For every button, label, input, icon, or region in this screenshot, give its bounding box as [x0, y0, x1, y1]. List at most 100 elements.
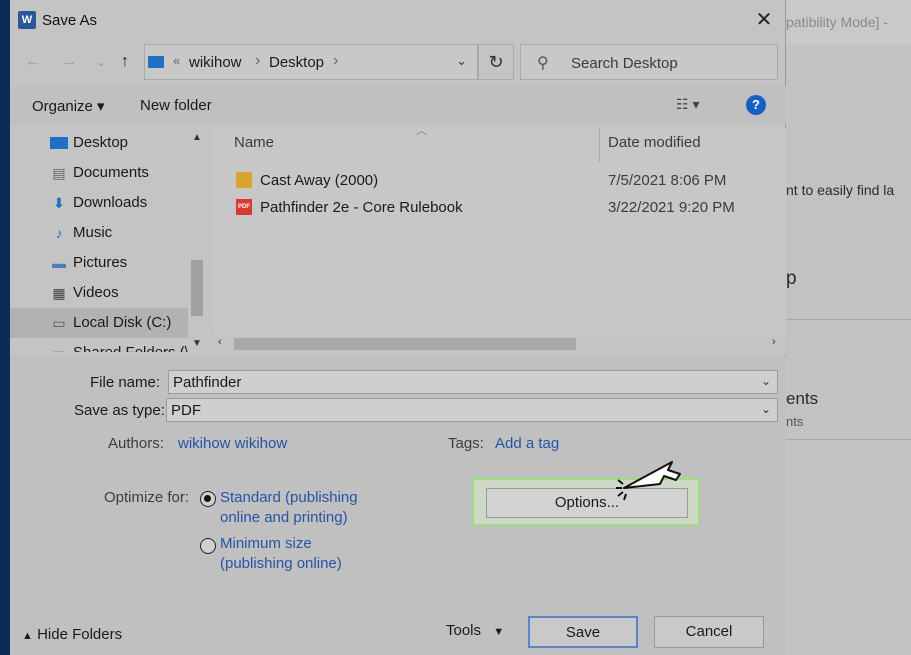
videos-icon: ▦	[52, 285, 66, 301]
disk-icon: ▭	[52, 315, 66, 331]
standard-radio-label[interactable]: Standard (publishing online and printing…	[220, 488, 358, 528]
save-as-type-label: Save as type:	[74, 402, 165, 419]
folder-icon	[236, 172, 252, 188]
documents-icon: ▤	[52, 165, 66, 181]
file-date: 7/5/2021 8:06 PM	[608, 172, 727, 189]
address-segment-wikihow[interactable]: wikihow	[189, 54, 242, 71]
pictures-icon: ▬	[52, 255, 66, 271]
standard-radio[interactable]	[200, 491, 216, 507]
tools-button[interactable]: Tools ▼	[446, 622, 504, 639]
column-divider[interactable]	[599, 128, 600, 162]
address-separator-icon[interactable]: ›	[255, 52, 260, 70]
pdf-file-icon: PDF	[236, 199, 252, 215]
minimum-size-radio[interactable]	[200, 538, 216, 554]
address-separator-icon[interactable]: ›	[333, 52, 338, 70]
navigation-bar: ← → ⌄ ↑ « wikihow › Desktop › ⌄ ↻ ⚲ Sear…	[10, 42, 786, 82]
add-tag-field[interactable]: Add a tag	[495, 435, 559, 452]
save-options-panel: File name: Pathfinder ⌄ Save as type: PD…	[10, 356, 786, 655]
hide-folders-label: Hide Folders	[37, 626, 123, 643]
save-button[interactable]: Save	[528, 616, 638, 648]
forward-button[interactable]: →	[58, 50, 80, 74]
close-button[interactable]: ✕	[746, 6, 782, 34]
address-bar[interactable]: « wikihow › Desktop › ⌄	[144, 44, 478, 80]
background-title: patibility Mode] -	[786, 14, 888, 30]
column-header-date[interactable]: Date modified	[608, 134, 701, 151]
nav-item-label: Videos	[73, 284, 119, 301]
nav-item-videos[interactable]: ▦ Videos	[10, 278, 188, 308]
save-as-type-select[interactable]: PDF ⌄	[166, 398, 778, 422]
title-bar: W Save As ✕	[10, 0, 786, 40]
chevron-down-icon[interactable]: ⌄	[761, 402, 771, 416]
file-date: 3/22/2021 9:20 PM	[608, 199, 735, 216]
this-pc-icon	[148, 56, 164, 68]
back-button[interactable]: ←	[22, 50, 44, 74]
nav-item-label: Downloads	[73, 194, 148, 211]
search-input[interactable]: ⚲ Search Desktop	[520, 44, 778, 80]
background-text-2: p	[786, 268, 797, 289]
search-placeholder: Search Desktop	[571, 55, 678, 72]
music-icon: ♪	[55, 225, 63, 241]
background-panel: nt to easily find la p ents nts	[786, 44, 911, 655]
nav-pane-scrollbar[interactable]: ▲ ▼	[188, 128, 206, 352]
nav-item-downloads[interactable]: ⬇ Downloads	[10, 188, 188, 218]
refresh-button[interactable]: ↻	[478, 44, 514, 80]
authors-field[interactable]: wikihow wikihow	[178, 435, 287, 452]
file-list-horizontal-scrollbar[interactable]: ‹ ›	[214, 334, 786, 354]
column-header-name[interactable]: Name	[234, 134, 274, 151]
word-app-icon: W	[18, 11, 36, 29]
up-button[interactable]: ↑	[114, 50, 136, 74]
downloads-icon: ⬇	[53, 195, 65, 211]
standard-label-line-1: Standard (publishing	[220, 489, 358, 506]
nav-item-music[interactable]: ♪ Music	[10, 218, 188, 248]
cancel-button[interactable]: Cancel	[654, 616, 764, 648]
file-name: Cast Away (2000)	[260, 172, 379, 189]
scrollbar-thumb[interactable]	[234, 338, 576, 350]
help-icon[interactable]: ?	[746, 95, 766, 115]
save-as-dialog: W Save As ✕ ← → ⌄ ↑ « wikihow › Desktop …	[10, 0, 786, 655]
chevron-down-icon[interactable]: ⌄	[761, 374, 771, 388]
nav-item-pictures[interactable]: ▬ Pictures	[10, 248, 188, 278]
scroll-up-icon[interactable]: ▲	[192, 132, 202, 143]
recent-locations-button[interactable]: ⌄	[90, 50, 112, 74]
standard-label-line-2: online and printing)	[220, 509, 348, 526]
minimum-label-line-2: (publishing online)	[220, 555, 342, 572]
file-row-cast-away[interactable]: Cast Away (2000) 7/5/2021 8:06 PM	[214, 168, 786, 194]
minimum-size-radio-label[interactable]: Minimum size (publishing online)	[220, 534, 342, 574]
background-divider-2	[786, 439, 911, 440]
organize-button[interactable]: Organize ▾	[32, 97, 105, 115]
authors-label: Authors:	[108, 435, 164, 452]
new-folder-button[interactable]: New folder	[140, 97, 212, 114]
nav-item-shared-folders[interactable]: ▭ Shared Folders (\	[10, 338, 189, 352]
background-text-1: nt to easily find la	[786, 182, 895, 198]
nav-item-local-disk[interactable]: ▭ Local Disk (C:)	[10, 308, 188, 338]
search-icon: ⚲	[537, 55, 549, 72]
background-sidebar-strip	[0, 0, 10, 655]
address-dropdown-icon[interactable]: ⌄	[456, 53, 467, 69]
view-options-icon[interactable]: ☷ ▾	[676, 96, 699, 113]
shared-folder-icon: ▭	[50, 345, 68, 352]
desktop-icon	[50, 137, 68, 149]
scroll-right-icon[interactable]: ›	[772, 336, 776, 348]
file-name-label: File name:	[90, 374, 161, 391]
mouse-cursor-icon	[616, 461, 681, 501]
file-name-value: Pathfinder	[173, 374, 242, 391]
nav-item-label: Desktop	[73, 134, 129, 151]
background-divider-1	[786, 319, 911, 320]
save-as-type-value: PDF	[171, 402, 201, 419]
nav-item-desktop[interactable]: Desktop	[10, 128, 188, 158]
scroll-down-icon[interactable]: ▼	[192, 338, 202, 349]
scrollbar-thumb[interactable]	[191, 260, 203, 316]
address-segment-desktop[interactable]: Desktop	[269, 54, 324, 71]
file-name-field[interactable]: Pathfinder ⌄	[168, 370, 778, 394]
hide-folders-button[interactable]: ▲ Hide Folders	[22, 626, 122, 643]
optimize-for-label: Optimize for:	[104, 489, 190, 506]
background-text-3: ents	[786, 389, 819, 408]
file-row-pathfinder[interactable]: PDF Pathfinder 2e - Core Rulebook 3/22/2…	[214, 195, 786, 221]
address-overflow-icon[interactable]: «	[173, 53, 180, 68]
scroll-left-icon[interactable]: ‹	[218, 336, 222, 348]
sort-ascending-icon: ︿	[416, 125, 427, 137]
chevron-down-icon: ▼	[493, 626, 505, 638]
nav-item-label: Music	[73, 224, 113, 241]
nav-item-documents[interactable]: ▤ Documents	[10, 158, 188, 188]
command-toolbar: Organize ▾ New folder ☷ ▾ ?	[10, 86, 786, 124]
